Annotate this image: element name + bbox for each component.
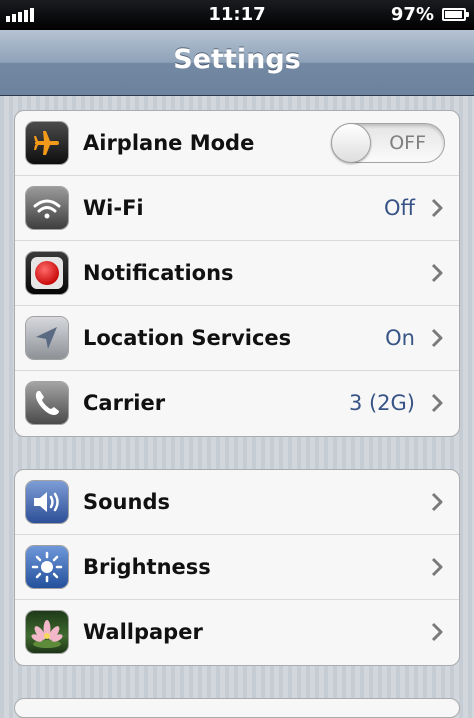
settings-row-wifi[interactable]: Wi-Fi Off	[15, 176, 459, 241]
speaker-icon	[25, 480, 69, 524]
settings-row-notifications[interactable]: Notifications	[15, 241, 459, 306]
settings-row-brightness[interactable]: Brightness	[15, 535, 459, 600]
navigation-bar: Settings	[0, 30, 474, 96]
status-bar: 11:17 97%	[0, 0, 474, 30]
chevron-right-icon	[431, 393, 443, 413]
settings-row-location-services[interactable]: Location Services On	[15, 306, 459, 371]
notifications-icon	[25, 251, 69, 295]
row-label: Wi-Fi	[83, 196, 144, 220]
phone-icon	[25, 381, 69, 425]
settings-row-airplane-mode: Airplane Mode OFF	[15, 111, 459, 176]
flower-icon	[25, 610, 69, 654]
row-value: Off	[384, 196, 415, 220]
sun-icon	[25, 545, 69, 589]
chevron-right-icon	[431, 263, 443, 283]
settings-group-display: Sounds Brightness Wallpaper	[14, 469, 460, 666]
chevron-right-icon	[431, 492, 443, 512]
chevron-right-icon	[431, 622, 443, 642]
chevron-right-icon	[431, 328, 443, 348]
chevron-right-icon	[431, 198, 443, 218]
row-label: Wallpaper	[83, 620, 203, 644]
airplane-icon	[25, 121, 69, 165]
settings-group-network: Airplane Mode OFF Wi-Fi Off Notification…	[14, 110, 460, 437]
battery-percent: 97%	[390, 4, 434, 25]
toggle-label: OFF	[389, 132, 426, 154]
toggle-knob[interactable]	[331, 123, 371, 163]
chevron-right-icon	[431, 557, 443, 577]
settings-row-carrier[interactable]: Carrier 3 (2G)	[15, 371, 459, 436]
row-label: Notifications	[83, 261, 234, 285]
wifi-icon	[25, 186, 69, 230]
row-label: Carrier	[83, 391, 166, 415]
row-value: On	[385, 326, 415, 350]
page-title: Settings	[173, 44, 301, 75]
settings-row-sounds[interactable]: Sounds	[15, 470, 459, 535]
airplane-mode-toggle[interactable]: OFF	[331, 123, 445, 163]
battery-icon	[442, 8, 469, 21]
row-label: Airplane Mode	[83, 131, 255, 155]
row-label: Brightness	[83, 555, 211, 579]
row-value: 3 (2G)	[348, 391, 415, 415]
location-arrow-icon	[25, 316, 69, 360]
settings-row-wallpaper[interactable]: Wallpaper	[15, 600, 459, 665]
row-label: Location Services	[83, 326, 292, 350]
settings-group-next	[14, 698, 460, 718]
row-label: Sounds	[83, 490, 170, 514]
